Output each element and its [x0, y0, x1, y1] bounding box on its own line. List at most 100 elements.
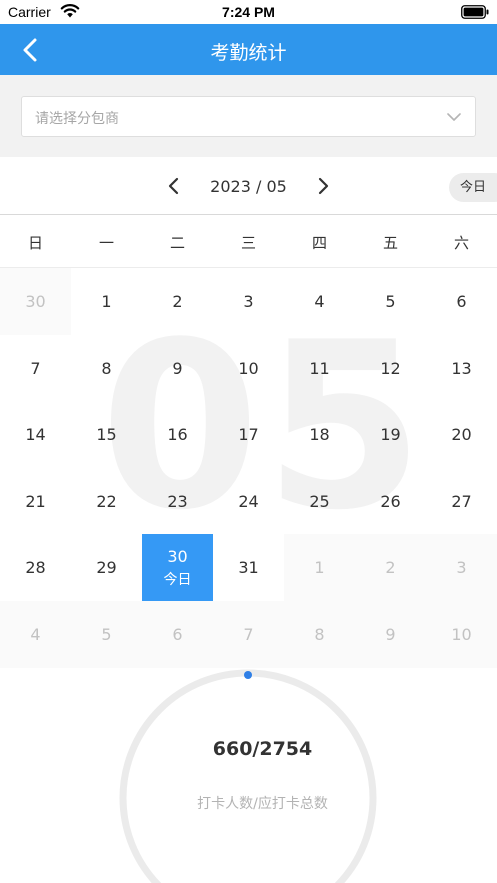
- calendar-day-number: 5: [385, 292, 396, 311]
- prev-month-icon[interactable]: [164, 176, 184, 196]
- calendar-day-number: 9: [385, 625, 396, 644]
- calendar-grid: 05 30 1 2 3 4 5 6 7 8 9 10 11 12 13 14 15 16 17 18 19 20 21 22…: [0, 268, 497, 668]
- attendance-ratio: 660/2754: [212, 738, 313, 760]
- calendar-day[interactable]: 18: [284, 401, 355, 468]
- calendar-day-number: 27: [451, 492, 472, 511]
- calendar-day-number: 13: [451, 359, 472, 378]
- calendar-day[interactable]: 1: [284, 534, 355, 601]
- calendar-day-number: 6: [456, 292, 467, 311]
- weekday-label: 五: [382, 234, 398, 252]
- status-bar: Carrier 7:24 PM: [0, 0, 497, 24]
- calendar-day[interactable]: 26: [355, 468, 426, 535]
- calendar-day-number: 24: [238, 492, 259, 511]
- calendar-day[interactable]: 6: [142, 601, 213, 668]
- battery-icon: [461, 5, 489, 19]
- weekday-label: 二: [169, 234, 185, 252]
- calendar-day-number: 9: [172, 359, 183, 378]
- calendar-day[interactable]: 3: [213, 268, 284, 335]
- attendance-progress: 660/2754 打卡人数/应打卡总数: [0, 668, 497, 883]
- calendar-day-number: 31: [238, 558, 259, 577]
- calendar-day-number: 7: [243, 625, 254, 644]
- calendar-day[interactable]: 20: [426, 401, 497, 468]
- calendar-day[interactable]: 4: [0, 601, 71, 668]
- chevron-down-icon: [447, 113, 461, 121]
- calendar-day-number: 25: [309, 492, 330, 511]
- calendar-day-number: 1: [101, 292, 112, 311]
- nav-bar: 考勤统计: [0, 24, 497, 75]
- calendar-day-number: 10: [451, 625, 472, 644]
- calendar-day-number: 26: [380, 492, 401, 511]
- calendar-day[interactable]: 30: [0, 268, 71, 335]
- calendar-day[interactable]: 1: [71, 268, 142, 335]
- calendar-day[interactable]: 21: [0, 468, 71, 535]
- attendance-caption: 打卡人数/应打卡总数: [197, 796, 328, 812]
- weekday-header: 日 一 二 三 四 五 六: [0, 216, 497, 268]
- calendar-day[interactable]: 6: [426, 268, 497, 335]
- calendar-day[interactable]: 12: [355, 335, 426, 402]
- calendar-day-selected[interactable]: 30 今日: [142, 534, 213, 601]
- calendar-day-number: 16: [167, 425, 188, 444]
- page-title: 考勤统计: [210, 42, 287, 64]
- calendar-day-number: 3: [456, 558, 467, 577]
- calendar-day[interactable]: 16: [142, 401, 213, 468]
- calendar-day[interactable]: 9: [355, 601, 426, 668]
- current-month-label: 2023 / 05: [210, 177, 287, 196]
- subcontractor-select[interactable]: 请选择分包商: [21, 96, 476, 137]
- calendar-day[interactable]: 25: [284, 468, 355, 535]
- subcontractor-select-placeholder: 请选择分包商: [35, 111, 119, 127]
- calendar-day[interactable]: 2: [142, 268, 213, 335]
- calendar-day[interactable]: 4: [284, 268, 355, 335]
- calendar-day[interactable]: 23: [142, 468, 213, 535]
- calendar-day[interactable]: 19: [355, 401, 426, 468]
- calendar-day[interactable]: 10: [426, 601, 497, 668]
- next-month-icon[interactable]: [313, 176, 333, 196]
- today-button[interactable]: 今日: [449, 173, 497, 202]
- calendar-day[interactable]: 13: [426, 335, 497, 402]
- calendar-day[interactable]: 5: [71, 601, 142, 668]
- calendar-day[interactable]: 15: [71, 401, 142, 468]
- calendar-day-number: 18: [309, 425, 330, 444]
- weekday-label: 四: [311, 234, 327, 252]
- calendar-day[interactable]: 24: [213, 468, 284, 535]
- calendar-day[interactable]: 2: [355, 534, 426, 601]
- calendar-day-number: 10: [238, 359, 259, 378]
- calendar-day[interactable]: 9: [142, 335, 213, 402]
- calendar-day-today-label: 今日: [163, 572, 192, 588]
- calendar-day-number: 28: [25, 558, 46, 577]
- calendar-day[interactable]: 7: [0, 335, 71, 402]
- calendar-day[interactable]: 22: [71, 468, 142, 535]
- calendar-day-number: 4: [30, 625, 41, 644]
- weekday-label: 六: [453, 234, 469, 252]
- calendar-day[interactable]: 14: [0, 401, 71, 468]
- calendar-day-number: 5: [101, 625, 112, 644]
- calendar-day[interactable]: 28: [0, 534, 71, 601]
- calendar-day-number: 7: [30, 359, 41, 378]
- calendar-day[interactable]: 29: [71, 534, 142, 601]
- calendar-day-number: 17: [238, 425, 259, 444]
- calendar-day[interactable]: 7: [213, 601, 284, 668]
- calendar-day[interactable]: 8: [71, 335, 142, 402]
- calendar-day[interactable]: 10: [213, 335, 284, 402]
- calendar-day-number: 19: [380, 425, 401, 444]
- calendar-day[interactable]: 3: [426, 534, 497, 601]
- calendar-day-number: 29: [96, 558, 117, 577]
- calendar-day[interactable]: 31: [213, 534, 284, 601]
- calendar-day[interactable]: 27: [426, 468, 497, 535]
- calendar-day[interactable]: 17: [213, 401, 284, 468]
- calendar-day[interactable]: 8: [284, 601, 355, 668]
- calendar-day-number: 6: [172, 625, 183, 644]
- attendance-progress-ring: [119, 669, 377, 883]
- calendar-day-number: 12: [380, 359, 401, 378]
- calendar-day-number: 14: [25, 425, 46, 444]
- month-navigator: 2023 / 05 今日: [0, 157, 497, 215]
- progress-dot: [244, 671, 252, 679]
- calendar-day-number: 3: [243, 292, 254, 311]
- weekday-label: 日: [27, 234, 43, 252]
- calendar-day[interactable]: 11: [284, 335, 355, 402]
- weekday-label: 三: [240, 234, 256, 252]
- calendar-day-number: 15: [96, 425, 117, 444]
- calendar-day-number: 1: [314, 558, 325, 577]
- calendar-day-number: 30: [167, 547, 188, 566]
- calendar-day-number: 2: [172, 292, 183, 311]
- calendar-day[interactable]: 5: [355, 268, 426, 335]
